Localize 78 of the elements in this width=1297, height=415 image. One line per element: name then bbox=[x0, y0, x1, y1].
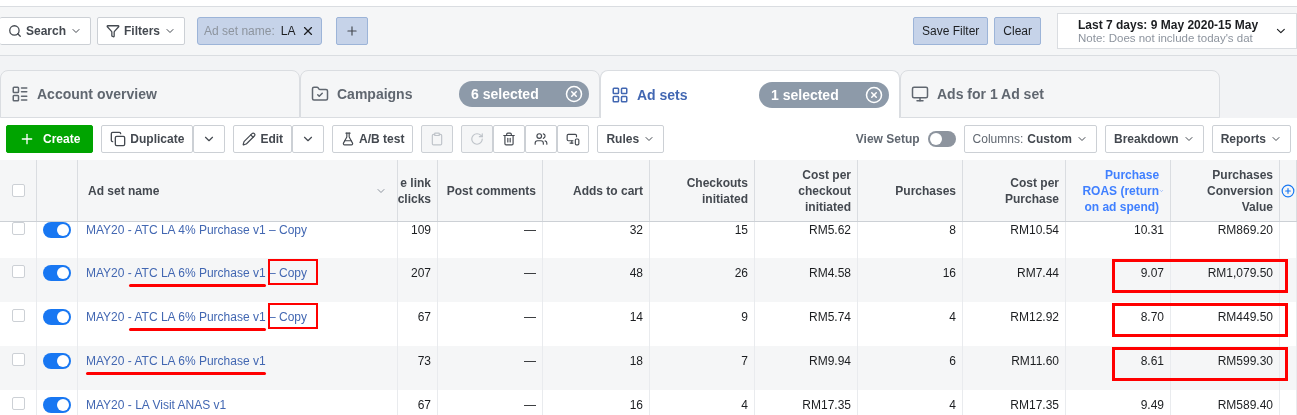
overview-icon bbox=[11, 85, 29, 103]
checkbox[interactable] bbox=[11, 265, 25, 278]
table-cell: RM589.40 bbox=[1171, 390, 1280, 415]
toggle-switch[interactable] bbox=[43, 265, 71, 281]
table-cell: 4 bbox=[650, 390, 755, 415]
view-setup-switch[interactable] bbox=[927, 131, 956, 147]
columns-button[interactable]: Columns: Custom bbox=[963, 125, 1097, 153]
preview-button[interactable] bbox=[557, 125, 590, 153]
table-cell: — bbox=[438, 390, 543, 415]
date-range-picker[interactable]: Last 7 days: 9 May 2020-15 May Note: Does not include today's dat bbox=[1057, 13, 1297, 49]
ab-test-button[interactable]: A/B test bbox=[332, 125, 414, 153]
table-row[interactable]: MAY20 - ATC LA 6% Purchase v1 73 — 18 7 RM9.94 6 RM11.60 8.61 RM599.30 bbox=[0, 346, 1297, 390]
checkbox[interactable] bbox=[11, 184, 25, 197]
column-header[interactable]: Purchases bbox=[858, 160, 963, 221]
rules-button[interactable]: Rules bbox=[597, 125, 665, 153]
plus-icon bbox=[19, 131, 35, 147]
view-setup-label: View Setup bbox=[855, 132, 920, 146]
save-filter-button[interactable]: Save Filter bbox=[912, 17, 989, 45]
ad-set-link[interactable]: MAY20 - LA Visit ANAS v1 bbox=[86, 398, 227, 412]
date-range: Last 7 days: 9 May 2020-15 May bbox=[1078, 18, 1260, 32]
grid-icon bbox=[611, 85, 629, 104]
column-header[interactable]: Cost per Purchase bbox=[963, 160, 1066, 221]
table-cell: RM17.35 bbox=[755, 390, 858, 415]
tab[interactable]: Account overview bbox=[0, 70, 300, 118]
table-cell: 9.49 bbox=[1066, 390, 1171, 415]
delete-button[interactable] bbox=[493, 125, 526, 153]
plus-icon bbox=[345, 24, 360, 38]
reports-button[interactable]: Reports bbox=[1211, 125, 1291, 153]
clipboard-icon bbox=[430, 132, 445, 146]
column-header[interactable]: e link clicks bbox=[398, 160, 438, 221]
table-cell: 67 bbox=[398, 390, 438, 415]
dropdown-button[interactable] bbox=[193, 125, 226, 153]
flask-icon bbox=[341, 132, 356, 146]
tab[interactable]: Ads for 1 Ad set bbox=[900, 70, 1220, 118]
pencil-icon bbox=[242, 132, 257, 146]
trash-icon bbox=[502, 132, 517, 146]
monitor-icon bbox=[911, 85, 929, 103]
screen-icon bbox=[566, 132, 581, 146]
clear-button[interactable]: Clear bbox=[994, 17, 1041, 45]
toggle-switch[interactable] bbox=[43, 222, 71, 238]
copy-icon bbox=[110, 131, 127, 147]
column-header[interactable]: Post comments bbox=[438, 160, 543, 221]
refresh-icon bbox=[470, 132, 485, 146]
table-cell: 4 bbox=[858, 390, 963, 415]
audience-button[interactable] bbox=[525, 125, 558, 153]
dropdown-button[interactable] bbox=[292, 125, 325, 153]
edit-button[interactable]: Edit bbox=[233, 125, 293, 153]
search-icon bbox=[8, 24, 22, 38]
clipboard-button[interactable] bbox=[421, 125, 454, 153]
folder-check-icon bbox=[311, 85, 329, 103]
people-icon bbox=[534, 132, 549, 146]
checkbox[interactable] bbox=[11, 397, 25, 410]
filter-icon bbox=[106, 24, 121, 38]
ad-set-link[interactable]: MAY20 - ATC LA 6% Purchase v1 bbox=[86, 354, 266, 368]
duplicate-button[interactable]: Duplicate bbox=[101, 125, 194, 153]
column-header[interactable]: Purchases Conversion Value bbox=[1171, 160, 1280, 221]
filter-chip[interactable]: Ad set name: LA bbox=[197, 17, 323, 45]
search-button[interactable]: Search bbox=[0, 17, 92, 45]
column-header[interactable]: Adds to cart bbox=[543, 160, 650, 221]
checkbox[interactable] bbox=[11, 309, 25, 322]
chip-value: LA bbox=[280, 24, 296, 38]
table-cell: 16 bbox=[543, 390, 650, 415]
toggle-switch[interactable] bbox=[43, 309, 71, 325]
add-filter-button[interactable] bbox=[336, 17, 369, 45]
toggle-switch[interactable] bbox=[43, 397, 71, 413]
date-note: Note: Does not include today's dat bbox=[1078, 32, 1254, 44]
table-cell: RM17.35 bbox=[963, 390, 1066, 415]
breakdown-button[interactable]: Breakdown bbox=[1104, 125, 1204, 153]
column-header[interactable]: Cost per checkout initiated bbox=[755, 160, 858, 221]
toggle-switch[interactable] bbox=[43, 353, 71, 369]
filters-button[interactable]: Filters bbox=[97, 17, 186, 45]
column-header[interactable]: Checkouts initiated bbox=[650, 160, 755, 221]
ad-set-link[interactable]: MAY20 - ATC LA 4% Purchase v1 – Copy bbox=[86, 223, 307, 237]
checkbox[interactable] bbox=[11, 222, 25, 235]
column-header[interactable]: Ad set name bbox=[78, 160, 398, 221]
add-column-icon[interactable] bbox=[1281, 183, 1295, 198]
checkbox[interactable] bbox=[11, 353, 25, 366]
chip-key: Ad set name: bbox=[204, 24, 275, 38]
